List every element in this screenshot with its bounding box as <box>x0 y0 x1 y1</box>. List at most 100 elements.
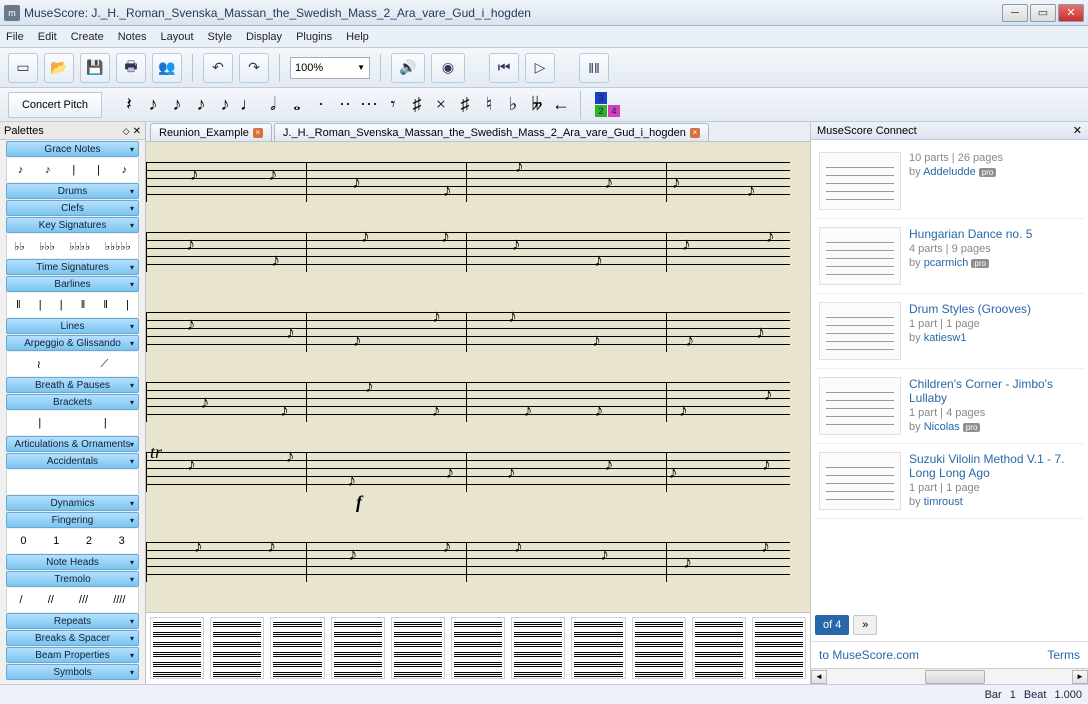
metronome-button[interactable]: ◉ <box>431 53 465 83</box>
palette-note-heads[interactable]: Note Heads▾ <box>6 554 139 570</box>
page-thumbnails[interactable] <box>146 612 810 684</box>
palette-fingering[interactable]: Fingering▾ <box>6 512 139 528</box>
close-connect-button[interactable]: ✕ <box>1073 124 1082 137</box>
page-thumb[interactable] <box>692 617 746 679</box>
note-duration-15[interactable]: ♮ <box>478 92 500 118</box>
new-file-button[interactable]: ▭ <box>8 53 38 83</box>
palette-repeats[interactable]: Repeats▾ <box>6 613 139 629</box>
print-button[interactable]: 🖶 <box>116 53 146 83</box>
tab[interactable]: Reunion_Example× <box>150 123 272 141</box>
save-button[interactable]: 💾 <box>80 53 110 83</box>
note-duration-6[interactable]: 𝅗𝅥 <box>262 92 284 118</box>
undo-button[interactable]: ↶ <box>203 53 233 83</box>
note-duration-8[interactable]: · <box>310 92 332 118</box>
menu-file[interactable]: File <box>6 31 24 43</box>
maximize-button[interactable]: ▭ <box>1030 4 1056 22</box>
palette-row[interactable]: ♭♭♭♭♭♭♭♭♭♭♭♭♭♭ <box>6 234 139 258</box>
voice-2[interactable]: 2 <box>595 105 607 117</box>
tab[interactable]: J._H._Roman_Svenska_Massan_the_Swedish_M… <box>274 123 709 141</box>
musescore-link[interactable]: to MuseScore.com <box>819 648 919 662</box>
note-duration-11[interactable]: 𝄾 <box>382 92 404 118</box>
concert-pitch-button[interactable]: Concert Pitch <box>8 92 102 118</box>
note-duration-2[interactable]: ♪ <box>166 92 188 118</box>
connect-title[interactable]: Children's Corner - Jimbo's Lullaby <box>909 377 1080 405</box>
page-thumb[interactable] <box>752 617 806 679</box>
connect-item[interactable]: 10 parts | 26 pagesby Addeludde pro <box>815 144 1084 219</box>
page-thumb[interactable] <box>270 617 324 679</box>
pager-next-button[interactable]: » <box>853 615 877 635</box>
page-thumb[interactable] <box>571 617 625 679</box>
menu-create[interactable]: Create <box>71 31 104 43</box>
menu-layout[interactable]: Layout <box>160 31 193 43</box>
note-duration-18[interactable]: ← <box>550 92 572 118</box>
connect-item[interactable]: Drum Styles (Grooves)1 part | 1 pageby k… <box>815 294 1084 369</box>
loop-button[interactable]: ‖‖ <box>579 53 609 83</box>
palette-row[interactable]: ‖||‖‖| <box>6 293 139 317</box>
palette-symbols[interactable]: Symbols▾ <box>6 664 139 680</box>
voice-3[interactable]: 3 <box>595 92 607 104</box>
palette-row[interactable]: 0123 <box>6 529 139 553</box>
note-duration-12[interactable]: ♯ <box>406 92 428 118</box>
connect-title[interactable]: Suzuki Vilolin Method V.1 - 7. Long Long… <box>909 452 1080 480</box>
palette-breaks-spacer[interactable]: Breaks & Spacer▾ <box>6 630 139 646</box>
palette-articulations-ornaments[interactable]: Articulations & Ornaments▾ <box>6 436 139 452</box>
menu-plugins[interactable]: Plugins <box>296 31 332 43</box>
connect-item[interactable]: Suzuki Vilolin Method V.1 - 7. Long Long… <box>815 444 1084 519</box>
note-duration-7[interactable]: 𝅝 <box>286 92 308 118</box>
connect-title[interactable]: Hungarian Dance no. 5 <box>909 227 1080 241</box>
page-thumb[interactable] <box>391 617 445 679</box>
palette-tremolo[interactable]: Tremolo▾ <box>6 571 139 587</box>
note-duration-9[interactable]: ·· <box>334 92 356 118</box>
note-duration-16[interactable]: ♭ <box>502 92 524 118</box>
page-thumb[interactable] <box>511 617 565 679</box>
palette-clefs[interactable]: Clefs▾ <box>6 200 139 216</box>
palette-dynamics[interactable]: Dynamics▾ <box>6 495 139 511</box>
undock-icon[interactable]: ◇ <box>123 126 130 136</box>
tab-close-icon[interactable]: × <box>690 128 700 138</box>
connect-title[interactable]: Drum Styles (Grooves) <box>909 302 1080 316</box>
page-thumb[interactable] <box>210 617 264 679</box>
palette-lines[interactable]: Lines▾ <box>6 318 139 334</box>
connect-item[interactable]: Children's Corner - Jimbo's Lullaby1 par… <box>815 369 1084 444</box>
menu-help[interactable]: Help <box>346 31 369 43</box>
palette-barlines[interactable]: Barlines▾ <box>6 276 139 292</box>
palette-row[interactable]: || <box>6 411 139 435</box>
open-file-button[interactable]: 📂 <box>44 53 74 83</box>
tab-close-icon[interactable]: × <box>253 128 263 138</box>
note-duration-5[interactable]: ♩ <box>238 92 260 118</box>
close-button[interactable]: ✕ <box>1058 4 1084 22</box>
redo-button[interactable]: ↷ <box>239 53 269 83</box>
palette-time-signatures[interactable]: Time Signatures▾ <box>6 259 139 275</box>
note-duration-13[interactable]: × <box>430 92 452 118</box>
connect-item[interactable]: Hungarian Dance no. 54 parts | 9 pagesby… <box>815 219 1084 294</box>
palette-breath-pauses[interactable]: Breath & Pauses▾ <box>6 377 139 393</box>
terms-link[interactable]: Terms <box>1047 648 1080 662</box>
note-duration-14[interactable]: ♯ <box>454 92 476 118</box>
palette-row[interactable]: ////////// <box>6 588 139 612</box>
note-duration-4[interactable]: ♪ <box>214 92 236 118</box>
connect-hscroll[interactable]: ◄► <box>811 668 1088 684</box>
close-palettes-button[interactable]: ✕ <box>133 126 141 137</box>
page-thumb[interactable] <box>632 617 686 679</box>
palette-arpeggio-glissando[interactable]: Arpeggio & Glissando▾ <box>6 335 139 351</box>
palette-accidentals[interactable]: Accidentals▾ <box>6 453 139 469</box>
zoom-select[interactable]: 100%▼ <box>290 57 370 79</box>
menu-edit[interactable]: Edit <box>38 31 57 43</box>
play-button[interactable]: ▷ <box>525 53 555 83</box>
palette-row[interactable] <box>6 470 139 494</box>
note-duration-0[interactable]: 𝄽 <box>118 92 140 118</box>
page-thumb[interactable] <box>451 617 505 679</box>
page-thumb[interactable] <box>331 617 385 679</box>
minimize-button[interactable]: ─ <box>1002 4 1028 22</box>
voice-4[interactable]: 4 <box>608 105 620 117</box>
menu-notes[interactable]: Notes <box>118 31 147 43</box>
palette-drums[interactable]: Drums▾ <box>6 183 139 199</box>
page-thumb[interactable] <box>150 617 204 679</box>
menu-style[interactable]: Style <box>208 31 232 43</box>
palette-grace-notes[interactable]: Grace Notes▾ <box>6 141 139 157</box>
note-duration-3[interactable]: ♪ <box>190 92 212 118</box>
palette-key-signatures[interactable]: Key Signatures▾ <box>6 217 139 233</box>
note-duration-10[interactable]: ··· <box>358 92 380 118</box>
note-duration-17[interactable]: 𝄫 <box>526 92 548 118</box>
palette-beam-properties[interactable]: Beam Properties▾ <box>6 647 139 663</box>
